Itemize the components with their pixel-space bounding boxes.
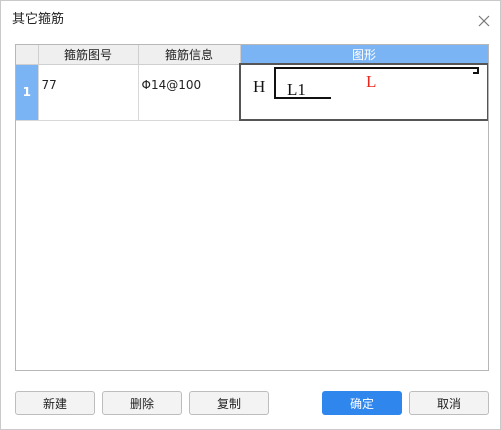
column-header-figure-no[interactable]: 箍筋图号	[38, 45, 139, 65]
shape-label-l: L	[366, 72, 376, 91]
dialog-window: 其它箍筋 箍筋图号 箍筋信息 图形 1 77 Φ14@100 H L1 L 新建…	[0, 0, 501, 430]
column-header-shape[interactable]: 图形	[240, 45, 488, 65]
dialog-title: 其它箍筋	[12, 12, 65, 27]
delete-button[interactable]: 删除	[102, 391, 182, 415]
header-row: 箍筋图号 箍筋信息 图形	[16, 45, 488, 65]
row-number[interactable]: 1	[16, 64, 39, 121]
header-corner[interactable]	[16, 45, 39, 65]
cancel-button[interactable]: 取消	[409, 391, 489, 415]
copy-button[interactable]: 复制	[189, 391, 269, 415]
stirrup-shape-drawing: H L1 L	[253, 67, 479, 99]
table-row[interactable]: 1 77 Φ14@100 H L1 L	[16, 63, 488, 121]
ok-button[interactable]: 确定	[322, 391, 402, 415]
shape-label-l1: L1	[287, 80, 306, 99]
stirrup-table: 箍筋图号 箍筋信息 图形 1 77 Φ14@100 H L1 L	[16, 45, 488, 121]
column-header-info[interactable]: 箍筋信息	[138, 45, 241, 65]
stirrup-grid[interactable]: 箍筋图号 箍筋信息 图形 1 77 Φ14@100 H L1 L	[15, 44, 489, 371]
new-button[interactable]: 新建	[15, 391, 95, 415]
cell-shape[interactable]: H L1 L	[239, 63, 488, 121]
cell-info[interactable]: Φ14@100	[138, 64, 241, 121]
cell-figure-no[interactable]: 77	[38, 64, 139, 121]
shape-label-h: H	[253, 77, 265, 96]
close-icon[interactable]	[477, 13, 491, 27]
